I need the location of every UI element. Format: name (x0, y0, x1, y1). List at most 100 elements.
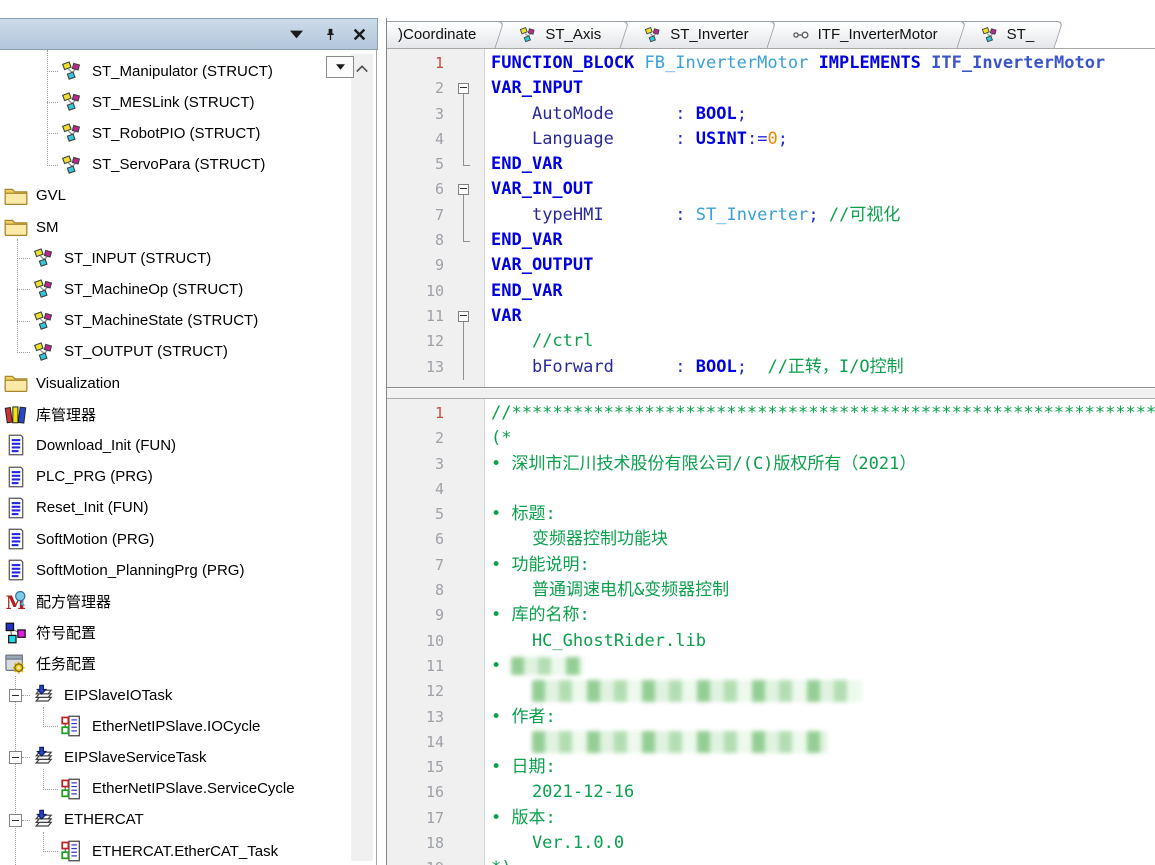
tree-item-eipslaveiotask[interactable]: EIPSlaveIOTask (0, 680, 350, 710)
pane-splitter[interactable] (387, 387, 1155, 399)
fold-line (463, 195, 464, 202)
tree-item-sm[interactable]: SM (0, 212, 350, 242)
tree-item-eipslaveservicetask[interactable]: EIPSlaveServiceTask (0, 742, 350, 772)
fold-margin (444, 654, 484, 679)
tree-item-reset-init-fun-[interactable]: Reset_Init (FUN) (0, 493, 350, 523)
folder-icon (4, 372, 28, 394)
code-line-10: 10END_VAR (387, 279, 1155, 304)
fold-toggle-icon[interactable] (458, 311, 469, 322)
code-text: 普通调速电机&变频器控制 (484, 578, 729, 603)
line-number: 1 (387, 401, 444, 426)
tree-item-ethernetipslave-servicecycle[interactable]: EtherNetIPSlave.ServiceCycle (0, 774, 350, 804)
tree-scrollbar[interactable] (351, 54, 373, 861)
fold-margin (444, 806, 484, 831)
tree-dropdown-button[interactable] (326, 56, 354, 78)
tree-item-download-init-fun-[interactable]: Download_Init (FUN) (0, 430, 350, 460)
panel-menu-button[interactable] (287, 25, 305, 43)
tree-item-ethercat[interactable]: ETHERCAT (0, 805, 350, 835)
tab-bar: )CoordinateST_Axis ST_Inverter ITF_Inverte… (387, 18, 1155, 48)
struct-icon (519, 26, 537, 44)
scroll-up-button[interactable] (351, 60, 373, 76)
task-call-icon (60, 840, 84, 862)
code-text: END_VAR (484, 279, 563, 304)
tree-item-label: SoftMotion (PRG) (28, 531, 154, 548)
tree-item-label: ETHERCAT (56, 811, 144, 828)
fold-margin (444, 502, 484, 527)
line-number: 4 (387, 477, 444, 502)
tree-item-st-meslink-struct-[interactable]: ST_MESLink (STRUCT) (0, 87, 350, 117)
tab--coordinate[interactable]: )Coordinate (387, 21, 500, 48)
tree-item-label: SM (28, 219, 59, 236)
code-line-2: 2(* (387, 426, 1155, 451)
tree-item-配方管理器[interactable]: M配方管理器 (0, 586, 350, 616)
pou-icon (4, 466, 28, 488)
fold-line-end (463, 165, 470, 166)
tree-item-label: ST_Manipulator (STRUCT) (84, 63, 273, 80)
tree-item-label: EtherNetIPSlave.IOCycle (84, 718, 260, 735)
close-panel-button[interactable] (350, 25, 368, 43)
tree-item-符号配置[interactable]: 符号配置 (0, 618, 350, 648)
tab-label: ST_Inverter (670, 26, 748, 43)
code-line-2: 2VAR_INPUT (387, 76, 1155, 101)
tab-st-inverter[interactable]: ST_Inverter (616, 21, 772, 48)
tab-st-[interactable]: ST_ (953, 21, 1059, 48)
struct-icon (60, 91, 84, 113)
tree-item-ethernetipslave-iocycle[interactable]: EtherNetIPSlave.IOCycle (0, 711, 350, 741)
pin-panel-button[interactable] (321, 25, 339, 43)
tree-item-st-machinestate-struct-[interactable]: ST_MachineState (STRUCT) (0, 306, 350, 336)
tree-item-ethercat-ethercat-task[interactable]: ETHERCAT.EtherCAT_Task (0, 836, 350, 865)
tree-item-label: 任务配置 (28, 653, 96, 674)
tree-item-gvl[interactable]: GVL (0, 181, 350, 211)
fold-toggle-icon[interactable] (458, 83, 469, 94)
fold-margin[interactable] (444, 304, 484, 329)
tree-item-label: ST_MachineState (STRUCT) (56, 312, 258, 329)
line-number: 13 (387, 355, 444, 380)
redacted-text (511, 657, 583, 675)
pou-icon (4, 528, 28, 550)
implementation-pane[interactable]: 1//*************************************… (387, 399, 1155, 865)
tree-item-库管理器[interactable]: 库管理器 (0, 399, 350, 429)
code-text: bForward : BOOL; //正转，I/O控制 (484, 355, 904, 380)
code-line-4: 4 (387, 477, 1155, 502)
tree-item-st-manipulator-struct-[interactable]: ST_Manipulator (STRUCT) (0, 56, 350, 86)
tab-itf-invertermotor[interactable]: ITF_InverterMotor (764, 21, 962, 48)
fold-toggle-icon[interactable] (458, 184, 469, 195)
redacted-text (532, 680, 862, 702)
code-line-12: 12 //ctrl (387, 329, 1155, 354)
tree-item-label: 配方管理器 (28, 591, 111, 612)
fold-margin (444, 679, 484, 704)
code-line-9: 9• 库的名称: (387, 603, 1155, 628)
fold-line (463, 329, 464, 354)
code-text: VAR_INPUT (484, 76, 583, 101)
tree-item-st-servopara-struct-[interactable]: ST_ServoPara (STRUCT) (0, 150, 350, 180)
code-text: • 库的名称: (484, 603, 590, 628)
line-number: 19 (387, 856, 444, 865)
tab-st-axis[interactable]: ST_Axis (491, 21, 625, 48)
line-number: 10 (387, 629, 444, 654)
struct-icon (32, 247, 56, 269)
tree-item-label: ST_MachineOp (STRUCT) (56, 281, 243, 298)
declaration-pane[interactable]: 1FUNCTION_BLOCK FB_InverterMotor IMPLEME… (387, 48, 1155, 387)
tree-item-softmotion-prg-[interactable]: SoftMotion (PRG) (0, 524, 350, 554)
tree-item-softmotion-planningprg-prg-[interactable]: SoftMotion_PlanningPrg (PRG) (0, 555, 350, 585)
fold-line (463, 102, 464, 127)
code-line-13: 13• 作者: (387, 705, 1155, 730)
fold-margin[interactable] (444, 76, 484, 101)
navigation-tree[interactable]: ST_Manipulator (STRUCT) ST_MESLink (STRUC… (0, 50, 377, 865)
code-line-6: 6 变频器控制功能块 (387, 527, 1155, 552)
fold-margin (444, 152, 484, 177)
code-line-11: 11VAR (387, 304, 1155, 329)
tree-item-plc-prg-prg-[interactable]: PLC_PRG (PRG) (0, 462, 350, 492)
tree-item-st-input-struct-[interactable]: ST_INPUT (STRUCT) (0, 243, 350, 273)
tree-item-任务配置[interactable]: 任务配置 (0, 649, 350, 679)
fold-margin[interactable] (444, 177, 484, 202)
fold-margin (444, 603, 484, 628)
tree-item-visualization[interactable]: Visualization (0, 368, 350, 398)
tree-item-st-robotpio-struct-[interactable]: ST_RobotPIO (STRUCT) (0, 118, 350, 148)
line-number: 6 (387, 527, 444, 552)
code-line-3: 3 AutoMode : BOOL; (387, 102, 1155, 127)
tree-item-st-machineop-struct-[interactable]: ST_MachineOp (STRUCT) (0, 274, 350, 304)
fold-margin (444, 228, 484, 253)
tree-item-st-output-struct-[interactable]: ST_OUTPUT (STRUCT) (0, 337, 350, 367)
fold-margin (444, 831, 484, 856)
